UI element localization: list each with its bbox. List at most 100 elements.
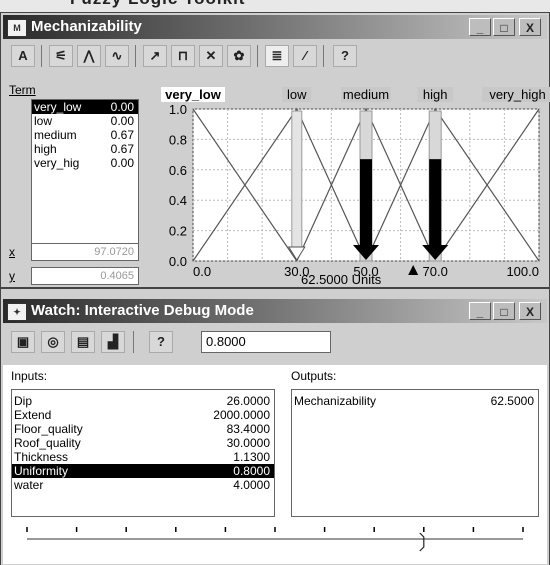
globe-icon[interactable]: ◎ (41, 331, 65, 353)
y-tick-label: 0.2 (169, 224, 187, 239)
membership-bar (429, 159, 442, 247)
term-header-label: very_high (489, 87, 545, 102)
help-icon[interactable]: ? (333, 45, 357, 67)
y-label: y (9, 269, 15, 283)
slider-thumb[interactable] (419, 532, 425, 552)
term-row[interactable]: high 0.67 (32, 142, 138, 156)
maximize-button[interactable]: □ (493, 302, 515, 320)
inputs-label: Inputs: (11, 369, 48, 383)
x-tick-label: 70.0 (423, 264, 448, 279)
input-name: Uniformity (14, 464, 69, 478)
term-row[interactable]: low 0.00 (32, 114, 138, 128)
output-row[interactable]: Mechanizability 62.5000 (292, 394, 538, 408)
term-tool-icon[interactable]: ⊓ (171, 45, 195, 67)
inputs-list[interactable]: Dip 26.0000 Extend 2000.0000 Floor_quali… (11, 389, 275, 517)
arrow-tool-icon[interactable]: ↗ (143, 45, 167, 67)
flower-icon[interactable]: ✿ (227, 45, 251, 67)
term-name: very_low (34, 100, 82, 114)
value-slider[interactable] (15, 521, 535, 561)
watch-window: ✦ Watch: Interactive Debug Mode _ □ X ▣ … (0, 288, 550, 565)
term-header-label: very_low (165, 87, 222, 102)
input-row[interactable]: Thickness 1.1300 (12, 450, 274, 464)
membership-bar (360, 159, 372, 247)
input-value: 0.8000 (233, 464, 270, 478)
toolbar-separator (133, 331, 134, 353)
chart-icon[interactable]: ▟ (101, 331, 125, 353)
x-tick-label: 100.0 (506, 264, 539, 279)
background-window-fragment: Fuzzy Logic Toolkit (0, 0, 550, 12)
shape-tool-icon[interactable]: ✕ (199, 45, 223, 67)
term-row[interactable]: very_low 0.00 (32, 100, 138, 114)
auto-scale-icon[interactable]: A (11, 45, 35, 67)
term-header-label: medium (343, 87, 389, 102)
mechanizability-titlebar[interactable]: M Mechanizability _ □ X (3, 15, 547, 39)
toolbar-separator (257, 45, 258, 67)
outputs-label: Outputs: (291, 369, 337, 383)
term-list[interactable]: very_low 0.00 low 0.00 medium 0.67 high … (31, 99, 139, 247)
input-marker-icon (408, 265, 419, 275)
watch-window-icon: ✦ (7, 303, 27, 321)
watch-toolbar: ▣ ◎ ▤ ▟ ? 0.8000 (3, 327, 547, 359)
value-input[interactable]: 0.8000 (201, 331, 331, 353)
curve-view-icon[interactable]: ⁄ (293, 45, 317, 67)
x-label: x (9, 245, 15, 259)
minimize-button[interactable]: _ (469, 302, 491, 320)
mechanizability-toolbar: A ⚟ ⋀ ∿ ↗ ⊓ ✕ ✿ ≣ ⁄ ? (3, 41, 547, 71)
background-window-title: Fuzzy Logic Toolkit (70, 0, 245, 9)
term-value: 0.67 (110, 128, 134, 142)
watch-body: Inputs: Outputs: Dip 26.0000 Extend 2000… (3, 365, 547, 564)
output-value: 62.5000 (490, 394, 534, 408)
input-value: 1.1300 (233, 450, 270, 464)
y-tick-label: 1.0 (169, 102, 187, 117)
input-row-selected[interactable]: Uniformity 0.8000 (12, 464, 274, 478)
input-name: Floor_quality (14, 422, 83, 436)
mechanizability-window: M Mechanizability _ □ X A ⚟ ⋀ ∿ ↗ ⊓ ✕ ✿ … (0, 12, 550, 288)
input-row[interactable]: water 4.0000 (12, 478, 274, 492)
term-name: low (34, 114, 53, 128)
toolbar-separator (135, 45, 136, 67)
close-button[interactable]: X (519, 18, 541, 36)
wave-icon[interactable]: ∿ (105, 45, 129, 67)
list-view-icon[interactable]: ≣ (265, 45, 289, 67)
input-value: 83.4000 (226, 422, 270, 436)
clipboard-icon[interactable]: ▤ (71, 331, 95, 353)
term-value: 0.00 (110, 114, 134, 128)
watch-titlebar[interactable]: ✦ Watch: Interactive Debug Mode _ □ X (3, 299, 547, 323)
term-header-label: low (287, 87, 307, 102)
input-row[interactable]: Dip 26.0000 (12, 394, 274, 408)
input-row[interactable]: Floor_quality 83.4000 (12, 422, 274, 436)
y-tick-label: 0.8 (169, 132, 187, 147)
term-row[interactable]: very_hig 0.00 (32, 156, 138, 170)
term-value: 0.00 (110, 156, 134, 170)
input-row[interactable]: Extend 2000.0000 (12, 408, 274, 422)
debug-icon[interactable]: ▣ (11, 331, 35, 353)
term-row[interactable]: medium 0.67 (32, 128, 138, 142)
add-term-icon[interactable]: ⋀ (77, 45, 101, 67)
watch-window-title: Watch: Interactive Debug Mode (31, 302, 254, 319)
term-header-label: high (423, 87, 448, 102)
input-row[interactable]: Roof_quality 30.0000 (12, 436, 274, 450)
variable-window-icon: M (7, 19, 27, 37)
y-tick-label: 0.6 (169, 163, 187, 178)
close-button[interactable]: X (519, 302, 541, 320)
units-readout: 62.5000 Units (301, 272, 382, 287)
input-name: water (14, 478, 44, 492)
x-value-field[interactable]: 97.0720 (31, 243, 139, 261)
outputs-list[interactable]: Mechanizability 62.5000 (291, 389, 539, 517)
mechanizability-window-title: Mechanizability (31, 18, 142, 35)
help-icon[interactable]: ? (149, 331, 173, 353)
y-value-field[interactable]: 0.4065 (31, 267, 139, 285)
toolbar-separator (323, 45, 324, 67)
input-name: Thickness (14, 450, 69, 464)
input-name: Extend (14, 408, 52, 422)
input-name: Dip (14, 394, 33, 408)
minimize-button[interactable]: _ (469, 18, 491, 36)
maximize-button[interactable]: □ (493, 18, 515, 36)
membership-bar-bg (291, 110, 303, 250)
y-tick-label: 0.0 (169, 254, 187, 269)
term-value: 0.67 (110, 142, 134, 156)
membership-function-chart[interactable]: very_low low medium high very_high 0.0 0.2 0.4 0… (141, 85, 550, 285)
edit-term-icon[interactable]: ⚟ (49, 45, 73, 67)
term-name: high (34, 142, 57, 156)
term-label: Term (9, 83, 36, 97)
